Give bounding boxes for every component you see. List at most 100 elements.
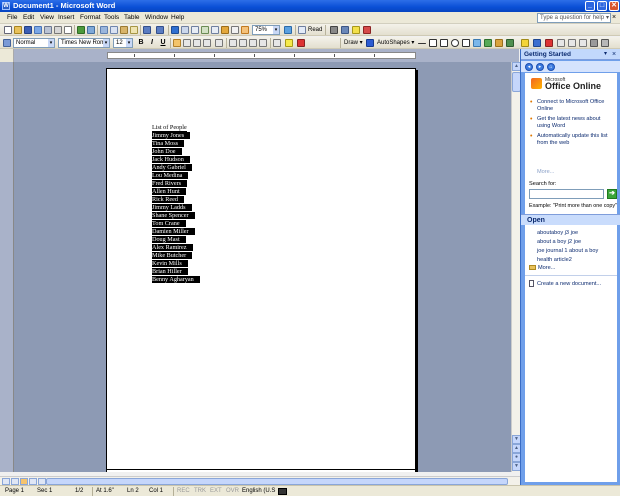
redo-icon[interactable] xyxy=(156,26,164,34)
vertical-ruler[interactable] xyxy=(0,62,14,472)
word-app-icon[interactable]: W xyxy=(2,2,10,10)
maximize-button[interactable]: □ xyxy=(597,1,607,11)
home-icon[interactable]: ⌂ xyxy=(547,63,555,71)
increase-indent-icon[interactable] xyxy=(259,39,267,47)
align-left-icon[interactable] xyxy=(173,39,181,47)
decrease-indent-icon[interactable] xyxy=(249,39,257,47)
normal-view-icon[interactable] xyxy=(2,478,10,485)
font-color-icon[interactable] xyxy=(297,39,305,47)
menu-insert[interactable]: Insert xyxy=(58,14,74,22)
insert-table-icon[interactable] xyxy=(191,26,199,34)
more-files-link[interactable]: More... xyxy=(529,265,555,271)
spelling-status-icon[interactable] xyxy=(278,488,287,495)
menu-help[interactable]: Help xyxy=(171,14,184,22)
office-online-logo[interactable]: Microsoft Office Online xyxy=(531,77,601,91)
forward-icon[interactable]: ▸ xyxy=(536,63,544,71)
back-icon[interactable]: ◂ xyxy=(525,63,533,71)
eraser-icon[interactable] xyxy=(363,26,371,34)
menu-format[interactable]: Format xyxy=(80,14,101,22)
document-text[interactable]: List of People Jimmy Jones Tina Moss Joh… xyxy=(152,124,200,284)
close-button[interactable]: ✕ xyxy=(609,1,619,11)
3d-style-icon[interactable] xyxy=(601,39,609,47)
rectangle-icon[interactable] xyxy=(440,39,448,47)
research-icon[interactable] xyxy=(87,26,95,34)
read-button[interactable]: Read xyxy=(308,26,322,34)
align-right-icon[interactable] xyxy=(193,39,201,47)
line-style-icon[interactable] xyxy=(557,39,565,47)
menu-tools[interactable]: Tools xyxy=(104,14,119,22)
draw-menu[interactable]: Draw ▾ xyxy=(344,39,363,47)
undo-icon[interactable] xyxy=(143,26,151,34)
status-ovr[interactable]: OVR xyxy=(226,488,239,495)
clip-art-icon[interactable] xyxy=(495,39,503,47)
horizontal-ruler[interactable] xyxy=(14,49,519,62)
paste-icon[interactable] xyxy=(120,26,128,34)
reading-layout-view-icon[interactable] xyxy=(38,478,46,485)
diagram-icon[interactable] xyxy=(484,39,492,47)
numbering-icon[interactable] xyxy=(229,39,237,47)
link-auto-update[interactable]: Automatically update this list from the … xyxy=(529,133,615,147)
print-preview-icon[interactable] xyxy=(64,26,72,34)
fill-color-icon[interactable] xyxy=(521,39,529,47)
create-new-document-link[interactable]: Create a new document... xyxy=(529,280,601,287)
open-folder-icon[interactable] xyxy=(14,26,22,34)
columns-icon[interactable] xyxy=(211,26,219,34)
draw-font-color-icon[interactable] xyxy=(545,39,553,47)
arrow-style-icon[interactable] xyxy=(579,39,587,47)
font-select[interactable]: Times New Roman ▾ xyxy=(58,38,110,48)
web-layout-view-icon[interactable] xyxy=(11,478,19,485)
search-go-button[interactable]: ➔ xyxy=(607,189,617,199)
task-pane-title[interactable]: Getting Started xyxy=(524,50,571,59)
recent-file[interactable]: aboutaboy j3 joe xyxy=(537,229,598,238)
new-document-icon[interactable] xyxy=(4,26,12,34)
format-painter-icon[interactable] xyxy=(130,26,138,34)
menu-edit[interactable]: Edit xyxy=(23,14,34,22)
bullets-icon[interactable] xyxy=(239,39,247,47)
chevron-down-icon[interactable]: ▾ xyxy=(604,50,607,59)
picture-icon[interactable] xyxy=(506,39,514,47)
more-link[interactable]: More... xyxy=(537,169,554,175)
status-language[interactable]: English (U.S xyxy=(242,488,275,495)
vertical-scrollbar[interactable]: ▲ ▼ ▲ ● ▼ xyxy=(511,62,521,472)
line-icon[interactable] xyxy=(418,43,426,44)
link-connect-office-online[interactable]: Connect to Microsoft Office Online xyxy=(529,99,615,113)
search-input[interactable] xyxy=(529,189,604,199)
minimize-button[interactable]: _ xyxy=(585,1,595,11)
menu-window[interactable]: Window xyxy=(145,14,168,22)
print-layout-view-icon[interactable] xyxy=(20,478,28,485)
show-hide-icon[interactable] xyxy=(241,26,249,34)
email-icon[interactable] xyxy=(44,26,52,34)
close-document-icon[interactable]: × xyxy=(612,14,616,21)
print-icon[interactable] xyxy=(54,26,62,34)
menu-table[interactable]: Table xyxy=(124,14,140,22)
link-latest-news[interactable]: Get the latest news about using Word xyxy=(529,116,615,130)
tables-borders-icon[interactable] xyxy=(181,26,189,34)
menu-file[interactable]: File xyxy=(7,14,17,22)
style-select[interactable]: Normal ▾ xyxy=(13,38,55,48)
arrow-icon[interactable] xyxy=(429,39,437,47)
font-size-select[interactable]: 12 ▾ xyxy=(113,38,133,48)
copy-icon[interactable] xyxy=(110,26,118,34)
dash-style-icon[interactable] xyxy=(568,39,576,47)
outside-border-icon[interactable] xyxy=(273,39,281,47)
recent-file[interactable]: about a boy j2 joe xyxy=(537,238,598,247)
line-spacing-icon[interactable] xyxy=(215,39,223,47)
styles-formatting-icon[interactable] xyxy=(3,39,11,47)
highlight-icon[interactable] xyxy=(352,26,360,34)
status-trk[interactable]: TRK xyxy=(194,488,206,495)
spelling-icon[interactable] xyxy=(77,26,85,34)
insert-excel-icon[interactable] xyxy=(201,26,209,34)
highlight-color-icon[interactable] xyxy=(285,39,293,47)
pen-icon[interactable] xyxy=(330,26,338,34)
italic-button[interactable]: I xyxy=(148,39,156,47)
oval-icon[interactable] xyxy=(451,39,459,47)
bold-button[interactable]: B xyxy=(137,39,145,47)
help-question-input[interactable]: Type a question for help ▾ xyxy=(537,13,611,23)
status-rec[interactable]: REC xyxy=(177,488,190,495)
cut-icon[interactable] xyxy=(100,26,108,34)
text-box-icon[interactable] xyxy=(462,39,470,47)
close-task-pane-icon[interactable]: × xyxy=(612,50,616,59)
tab-selector[interactable] xyxy=(0,49,14,62)
menu-view[interactable]: View xyxy=(40,14,54,22)
wordart-icon[interactable] xyxy=(473,39,481,47)
